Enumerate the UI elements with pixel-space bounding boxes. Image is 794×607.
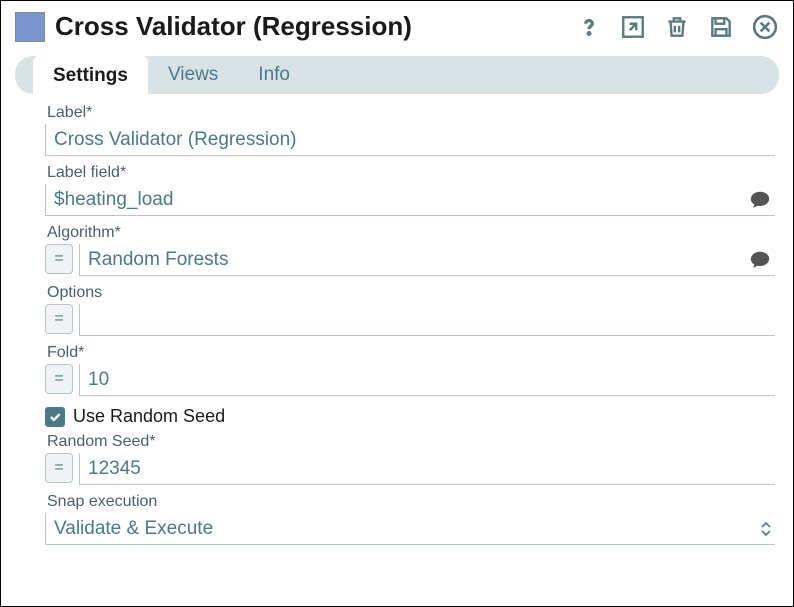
- expression-button[interactable]: =: [45, 304, 73, 334]
- field-snap-execution: Snap execution: [45, 493, 775, 545]
- algorithm-label: Algorithm*: [45, 224, 775, 242]
- fold-label: Fold*: [45, 344, 775, 362]
- expression-button[interactable]: =: [45, 244, 73, 274]
- random-seed-input[interactable]: [79, 453, 775, 485]
- options-label: Options: [45, 284, 775, 302]
- field-label: Label*: [45, 104, 775, 156]
- field-random-seed: Random Seed* =: [45, 433, 775, 485]
- expression-button[interactable]: =: [45, 364, 73, 394]
- options-input[interactable]: [79, 304, 775, 336]
- expression-button[interactable]: =: [45, 453, 73, 483]
- label-field-label: Label field*: [45, 164, 775, 182]
- label-label: Label*: [45, 104, 775, 122]
- export-icon[interactable]: [619, 13, 647, 41]
- use-random-seed-label: Use Random Seed: [73, 406, 225, 427]
- color-swatch: [15, 12, 45, 42]
- tab-info[interactable]: Info: [238, 56, 310, 94]
- suggest-icon[interactable]: [749, 189, 771, 211]
- label-field-input[interactable]: [45, 184, 775, 216]
- select-spinner[interactable]: [761, 522, 771, 537]
- snap-execution-label: Snap execution: [45, 493, 775, 511]
- use-random-seed-checkbox[interactable]: [45, 407, 65, 427]
- delete-icon[interactable]: [663, 13, 691, 41]
- field-label-field: Label field*: [45, 164, 775, 216]
- save-icon[interactable]: [707, 13, 735, 41]
- field-algorithm: Algorithm* =: [45, 224, 775, 276]
- snap-execution-select[interactable]: [45, 513, 775, 545]
- tab-bar: Settings Views Info: [15, 56, 779, 94]
- dialog-title: Cross Validator (Regression): [55, 11, 565, 42]
- random-seed-label: Random Seed*: [45, 433, 775, 451]
- fold-input[interactable]: [79, 364, 775, 396]
- tab-views[interactable]: Views: [148, 56, 238, 94]
- help-icon[interactable]: [575, 13, 603, 41]
- close-icon[interactable]: [751, 13, 779, 41]
- field-options: Options =: [45, 284, 775, 336]
- algorithm-input[interactable]: [79, 244, 775, 276]
- use-random-seed-row: Use Random Seed: [45, 406, 775, 427]
- tab-settings[interactable]: Settings: [33, 56, 148, 96]
- suggest-icon[interactable]: [749, 249, 771, 271]
- titlebar: Cross Validator (Regression): [1, 1, 793, 50]
- settings-content: Label* Label field* Algorithm*: [1, 94, 793, 606]
- field-fold: Fold* =: [45, 344, 775, 396]
- titlebar-actions: [575, 13, 779, 41]
- label-input[interactable]: [45, 124, 775, 156]
- dialog-panel: Cross Validator (Regression) Settings Vi…: [0, 0, 794, 607]
